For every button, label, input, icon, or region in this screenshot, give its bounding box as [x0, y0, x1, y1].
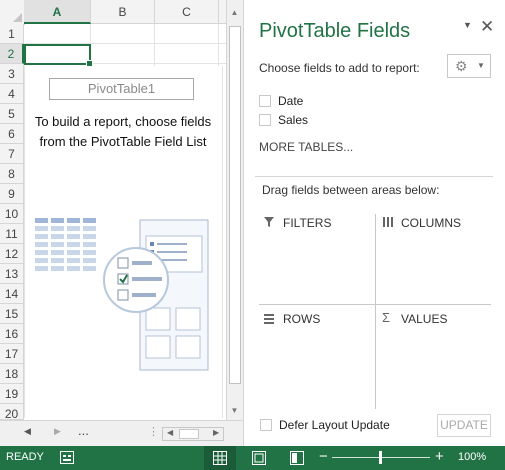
- rows-icon: [264, 314, 274, 324]
- row-header[interactable]: 14: [0, 284, 24, 304]
- row-header[interactable]: 6: [0, 124, 24, 144]
- pane-divider: [255, 176, 493, 177]
- column-header-a[interactable]: A: [24, 0, 91, 24]
- row-header[interactable]: 20: [0, 404, 24, 420]
- gear-icon: ⚙: [455, 58, 468, 74]
- tab-scroll-separator-icon: ⋮: [148, 426, 159, 438]
- more-sheets-ellipsis[interactable]: ...: [78, 423, 89, 438]
- area-divider: [259, 304, 491, 305]
- horizontal-scrollbar[interactable]: ◀ ▶: [162, 427, 224, 441]
- update-button[interactable]: UPDATE: [437, 414, 491, 437]
- pivot-table-name: PivotTable1: [49, 78, 194, 100]
- sheet-tab-bar: ◀ ▶ ... ⋮ ◀ ▶: [0, 420, 243, 446]
- normal-view-button[interactable]: [204, 446, 236, 470]
- area-divider: [375, 214, 376, 409]
- row-header[interactable]: 9: [0, 184, 24, 204]
- sigma-icon: Σ: [382, 310, 391, 325]
- row-header[interactable]: 3: [0, 64, 24, 84]
- field-label-date[interactable]: Date: [278, 94, 303, 108]
- field-label-sales[interactable]: Sales: [278, 113, 308, 127]
- column-header-d-partial[interactable]: [219, 0, 226, 24]
- more-tables-link[interactable]: MORE TABLES...: [259, 140, 353, 154]
- row-header[interactable]: 8: [0, 164, 24, 184]
- gridline: [218, 24, 219, 66]
- gridline: [24, 66, 25, 418]
- filters-label: FILTERS: [283, 216, 332, 230]
- row-header[interactable]: 17: [0, 344, 24, 364]
- column-header-c[interactable]: C: [155, 0, 219, 24]
- status-ready: READY: [6, 451, 44, 463]
- select-all-corner[interactable]: [0, 0, 25, 25]
- scroll-left-icon[interactable]: ◀: [167, 428, 173, 437]
- active-cell-a2[interactable]: [24, 44, 93, 67]
- field-checkbox-date[interactable]: [259, 95, 271, 107]
- gridline: [154, 24, 155, 66]
- rows-label: ROWS: [283, 312, 321, 326]
- row-header[interactable]: 4: [0, 84, 24, 104]
- choose-fields-label: Choose fields to add to report:: [259, 61, 420, 75]
- vertical-scroll-thumb[interactable]: [229, 26, 241, 384]
- prev-sheet-icon[interactable]: ◀: [24, 426, 31, 437]
- columns-icon: [383, 217, 393, 227]
- chevron-down-icon: ▼: [477, 61, 485, 70]
- field-checkbox-sales[interactable]: [259, 114, 271, 126]
- pivot-illustration-icon: [35, 218, 209, 371]
- macro-record-icon[interactable]: [60, 451, 74, 464]
- pane-options-chevron-icon[interactable]: ▼: [463, 20, 472, 30]
- horizontal-scroll-thumb[interactable]: [179, 429, 199, 439]
- worksheet-grid[interactable]: A B C 1 2 3 4 5 6 7 8 9 10 11 12 13 14 1…: [0, 0, 226, 420]
- row-header[interactable]: 16: [0, 324, 24, 344]
- close-icon[interactable]: ✕: [480, 17, 494, 37]
- zoom-slider-thumb[interactable]: [379, 451, 382, 464]
- grid-view-icon: [213, 451, 227, 465]
- scroll-down-icon[interactable]: ▼: [226, 406, 243, 415]
- row-header[interactable]: 10: [0, 204, 24, 224]
- field-list-settings-button[interactable]: ⚙ ▼: [447, 54, 491, 78]
- row-header[interactable]: 7: [0, 144, 24, 164]
- row-header[interactable]: 15: [0, 304, 24, 324]
- zoom-in-icon[interactable]: +: [435, 448, 444, 465]
- columns-label: COLUMNS: [401, 216, 462, 230]
- scroll-right-icon[interactable]: ▶: [213, 428, 219, 437]
- column-header-b[interactable]: B: [91, 0, 155, 24]
- page-break-preview-icon[interactable]: [290, 451, 304, 465]
- row-header[interactable]: 5: [0, 104, 24, 124]
- zoom-level[interactable]: 100%: [458, 451, 486, 463]
- row-header[interactable]: 18: [0, 364, 24, 384]
- values-label: VALUES: [401, 312, 448, 326]
- pane-title: PivotTable Fields: [259, 20, 411, 42]
- page-layout-icon[interactable]: [252, 451, 266, 465]
- pivot-instructions: To build a report, choose fields from th…: [34, 114, 212, 149]
- zoom-out-icon[interactable]: −: [319, 448, 328, 465]
- defer-layout-checkbox[interactable]: [260, 419, 272, 431]
- scroll-up-icon[interactable]: ▲: [226, 8, 243, 17]
- gridline: [222, 66, 223, 418]
- defer-layout-label[interactable]: Defer Layout Update: [279, 418, 390, 432]
- next-sheet-icon[interactable]: ▶: [54, 426, 61, 437]
- drag-fields-label: Drag fields between areas below:: [262, 183, 440, 197]
- status-bar: READY − + 100%: [0, 446, 505, 470]
- row-header[interactable]: 12: [0, 244, 24, 264]
- row-header[interactable]: 13: [0, 264, 24, 284]
- row-header[interactable]: 1: [0, 24, 24, 44]
- row-header[interactable]: 11: [0, 224, 24, 244]
- filter-icon: [264, 217, 274, 227]
- row-header[interactable]: 2: [0, 44, 24, 64]
- row-header[interactable]: 19: [0, 384, 24, 404]
